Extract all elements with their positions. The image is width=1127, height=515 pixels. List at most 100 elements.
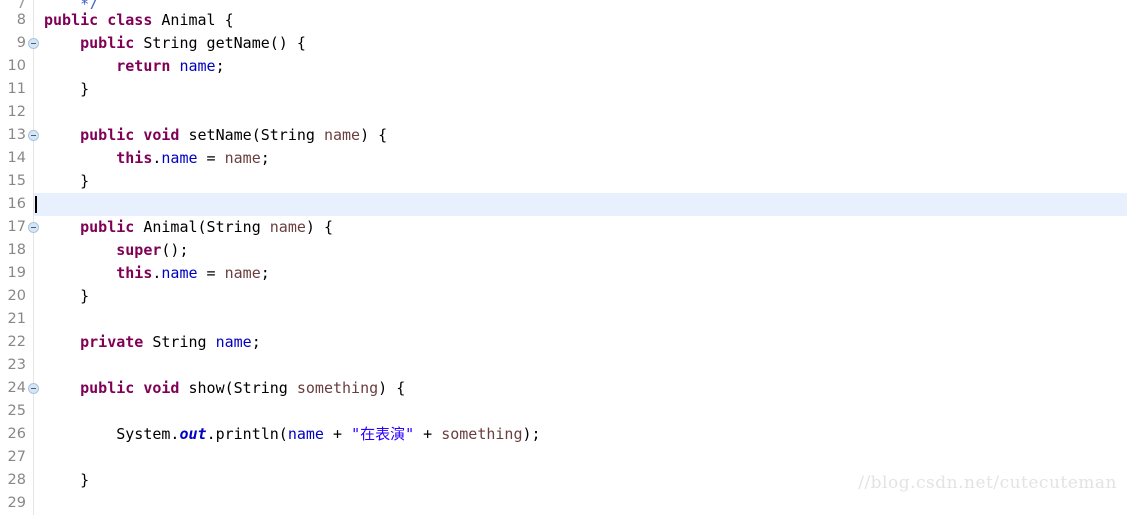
token-kw: void <box>143 126 180 144</box>
token-pln <box>134 379 143 397</box>
code-line[interactable]: 21 <box>0 308 1127 331</box>
line-number: 29 <box>7 495 26 511</box>
token-prm: name <box>224 149 261 167</box>
code-text: } <box>44 170 89 193</box>
code-line[interactable]: 20 } <box>0 285 1127 308</box>
token-kw: public <box>80 379 135 397</box>
token-cmt: */ <box>80 0 99 9</box>
token-pln: } <box>44 172 90 190</box>
token-pln: ; <box>260 149 270 167</box>
token-fld: name <box>161 149 198 167</box>
line-number: 25 <box>7 403 26 419</box>
line-number: 18 <box>7 242 26 258</box>
line-number: 12 <box>7 104 26 120</box>
token-kw: private <box>80 333 144 351</box>
token-pln: } <box>44 471 90 489</box>
line-number: 14 <box>7 150 26 166</box>
line-number: 27 <box>7 449 26 465</box>
token-pln: Animal { <box>152 11 234 29</box>
code-line[interactable]: 25 <box>0 400 1127 423</box>
token-str: "在表演" <box>351 425 415 443</box>
token-pln <box>44 126 80 144</box>
token-pln <box>44 264 116 282</box>
line-number: 11 <box>7 81 26 97</box>
line-number: 10 <box>7 58 26 74</box>
text-caret <box>35 196 37 213</box>
code-line[interactable]: 29 <box>0 492 1127 515</box>
code-text: private String name; <box>44 331 261 354</box>
token-kw: this <box>116 264 153 282</box>
code-line[interactable]: 24 public void show(String something) { <box>0 377 1127 400</box>
code-text: */ <box>44 0 98 9</box>
line-number: 17 <box>7 219 26 235</box>
code-text: } <box>44 469 89 492</box>
code-line[interactable]: 12 <box>0 101 1127 124</box>
token-prm: name <box>224 264 261 282</box>
code-line[interactable]: 10 return name; <box>0 55 1127 78</box>
token-pln <box>44 34 80 52</box>
code-text: this.name = name; <box>44 262 270 285</box>
token-pln: } <box>44 80 90 98</box>
token-pln <box>44 149 116 167</box>
token-sout: out <box>179 425 207 443</box>
line-number: 19 <box>7 265 26 281</box>
code-line[interactable]: 8 public class Animal { <box>0 9 1127 32</box>
line-number: 26 <box>7 426 26 442</box>
token-pln: + <box>323 425 352 443</box>
code-line[interactable]: 17 public Animal(String name) { <box>0 216 1127 239</box>
line-number: 8 <box>16 12 26 28</box>
watermark-text: //blog.csdn.net/cutecuteman <box>858 473 1117 493</box>
token-pln: setName(String <box>179 126 324 144</box>
token-prm: something <box>441 425 523 443</box>
line-number: 13 <box>7 127 26 143</box>
line-number: 9 <box>16 35 26 51</box>
code-editor[interactable]: 7 */8 public class Animal {9 public Strin… <box>0 0 1127 515</box>
token-kw: class <box>107 11 153 29</box>
code-text: public String getName() { <box>44 32 306 55</box>
fold-collapse-icon[interactable] <box>28 383 39 394</box>
fold-collapse-icon[interactable] <box>28 130 39 141</box>
line-number: 22 <box>7 334 26 350</box>
line-number: 24 <box>7 380 26 396</box>
line-number: 21 <box>7 311 26 327</box>
fold-collapse-icon[interactable] <box>28 222 39 233</box>
code-text: System.out.println(name + "在表演" + someth… <box>44 423 540 446</box>
token-prm: name <box>323 126 361 144</box>
token-pln <box>44 379 80 397</box>
code-line[interactable]: 7 */ <box>0 0 1127 9</box>
token-kw: public <box>44 11 99 29</box>
code-line[interactable]: 18 super(); <box>0 239 1127 262</box>
code-rows[interactable]: 7 */8 public class Animal {9 public Strin… <box>0 0 1127 515</box>
code-line[interactable]: 9 public String getName() { <box>0 32 1127 55</box>
token-kw: void <box>143 379 180 397</box>
code-line[interactable]: 11 } <box>0 78 1127 101</box>
token-kw: super <box>116 241 162 259</box>
code-line[interactable]: 14 this.name = name; <box>0 147 1127 170</box>
code-line[interactable]: 22 private String name; <box>0 331 1127 354</box>
fold-collapse-icon[interactable] <box>28 38 39 49</box>
line-number: 28 <box>7 472 26 488</box>
token-pln: ) { <box>360 126 388 144</box>
code-line[interactable]: 23 <box>0 354 1127 377</box>
code-text: public class Animal { <box>44 9 234 32</box>
token-pln <box>44 218 80 236</box>
token-prm: something <box>296 379 379 397</box>
line-number: 15 <box>7 173 26 189</box>
token-pln: ; <box>260 264 270 282</box>
code-line[interactable]: 19 this.name = name; <box>0 262 1127 285</box>
code-line[interactable]: 15 } <box>0 170 1127 193</box>
code-text: public void setName(String name) { <box>44 124 387 147</box>
token-fld: name <box>179 57 216 75</box>
code-line[interactable]: 16 <box>0 193 1127 216</box>
token-pln: System. <box>44 425 180 443</box>
code-line[interactable]: 26 System.out.println(name + "在表演" + som… <box>0 423 1127 446</box>
code-line[interactable]: 27 <box>0 446 1127 469</box>
token-pln: ) { <box>305 218 333 236</box>
token-kw: public <box>80 126 135 144</box>
line-number: 23 <box>7 357 26 373</box>
token-kw: this <box>116 149 153 167</box>
token-pln: = <box>197 149 225 167</box>
token-pln: + <box>414 425 442 443</box>
token-pln: Animal(String <box>134 218 270 236</box>
code-line[interactable]: 13 public void setName(String name) { <box>0 124 1127 147</box>
